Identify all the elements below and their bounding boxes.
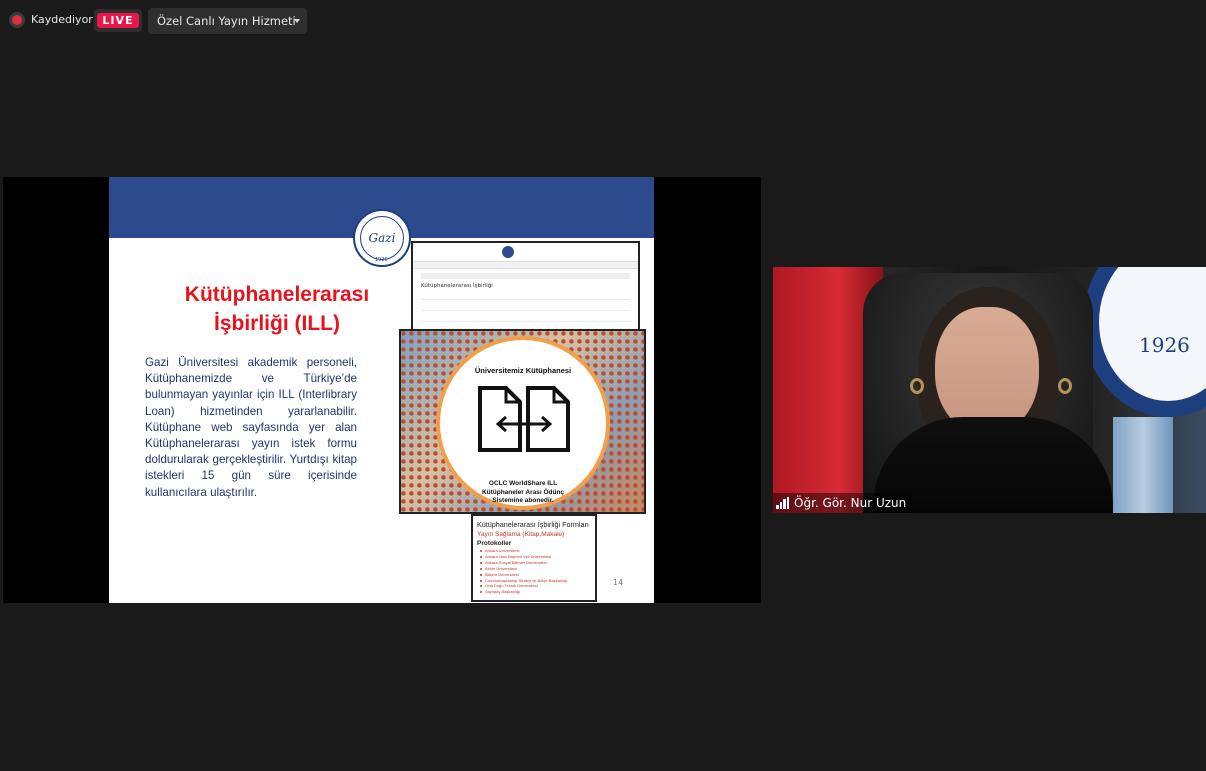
website-heading: Kütüphanelerarası İşbirliği xyxy=(421,283,493,289)
recording-icon[interactable] xyxy=(9,12,25,28)
participant-face xyxy=(935,307,1039,435)
ill-bottom-line3: Sistemine abonedir. xyxy=(492,497,554,504)
logo-emblem: Gazi xyxy=(360,216,404,260)
slide-title-line1: Kütüphanelerarası xyxy=(184,283,370,306)
earring-left xyxy=(910,378,924,394)
website-header xyxy=(413,243,638,262)
list-item: Sayıştay Başkanlığı xyxy=(480,589,591,595)
logo-year: 1926 xyxy=(375,257,388,263)
live-button[interactable]: LIVE xyxy=(94,9,142,32)
library-website-screenshot: Kütüphanelerarası İşbirliği xyxy=(411,241,640,333)
forms-title: Kütüphanelerarası İşbirliği Formları xyxy=(477,520,589,529)
slide-body-text: Gazi Üniversitesi akademik personeli, Kü… xyxy=(145,356,357,499)
signal-strength-icon xyxy=(776,496,789,509)
ill-top-text: Üniversitemiz Kütüphanesi xyxy=(474,366,572,375)
website-row xyxy=(421,303,630,311)
ill-circle-badge: Üniversitemiz Kütüphanesi OCLC WorldShar… xyxy=(436,336,610,510)
ill-bottom-line1: OCLC WorldShare ILL xyxy=(488,480,558,487)
live-badge: LIVE xyxy=(97,13,139,28)
chevron-down-icon xyxy=(294,19,300,23)
meeting-top-bar: Kaydediyor LIVE Özel Canlı Yayın Hizmeti xyxy=(0,0,1206,42)
university-logo: Gazi 1926 xyxy=(353,209,411,267)
ill-bottom-text: OCLC WorldShare ILL Kütüphaneler Arası Ö… xyxy=(440,480,606,506)
ill-bottom-line2: Kütüphaneler Arası Ödünç xyxy=(481,488,565,496)
participant-name-bar: Öğr. Gör. Nur Uzun xyxy=(773,493,913,513)
website-row xyxy=(421,314,630,322)
participant-video-tile[interactable]: 1926 xyxy=(773,267,1206,513)
participant-name: Öğr. Gör. Nur Uzun xyxy=(794,496,907,510)
live-streaming-service-label: Özel Canlı Yayın Hizmeti xyxy=(157,14,296,28)
shared-screen[interactable]: Kütüphanelerarası İşbirliği Gazi 1926 Kü… xyxy=(3,177,761,603)
slide-page-number: 14 xyxy=(613,578,624,587)
forms-box: Kütüphanelerarası İşbirliği Formları Yay… xyxy=(471,514,597,602)
university-seal-background: 1926 xyxy=(1083,267,1206,417)
slide-title-line2: İşbirliği (ILL) xyxy=(214,312,340,335)
slide-title: Kütüphanelerarası İşbirliği (ILL) xyxy=(169,280,385,338)
website-row xyxy=(421,292,630,300)
seal-year: 1926 xyxy=(1139,333,1190,357)
forms-subtitle: Protokoller xyxy=(477,540,512,547)
recording-label[interactable]: Kaydediyor xyxy=(31,13,93,26)
website-nav xyxy=(413,262,638,269)
website-breadcrumb xyxy=(421,273,630,279)
presentation-slide: Kütüphanelerarası İşbirliği Gazi 1926 Kü… xyxy=(109,177,654,603)
live-streaming-service-dropdown[interactable]: Özel Canlı Yayın Hizmeti xyxy=(148,8,307,34)
document-exchange-icon xyxy=(478,386,570,452)
ill-graphic: Üniversitemiz Kütüphanesi OCLC WorldShar… xyxy=(399,329,646,514)
forms-link: Yayın Sağlama (Kitap,Makale) xyxy=(477,531,565,538)
blue-flag-background xyxy=(1113,417,1173,513)
earring-right xyxy=(1058,378,1072,394)
protocol-list: Ankara Üniversitesi Ankara Hacı Bayram V… xyxy=(477,548,591,595)
